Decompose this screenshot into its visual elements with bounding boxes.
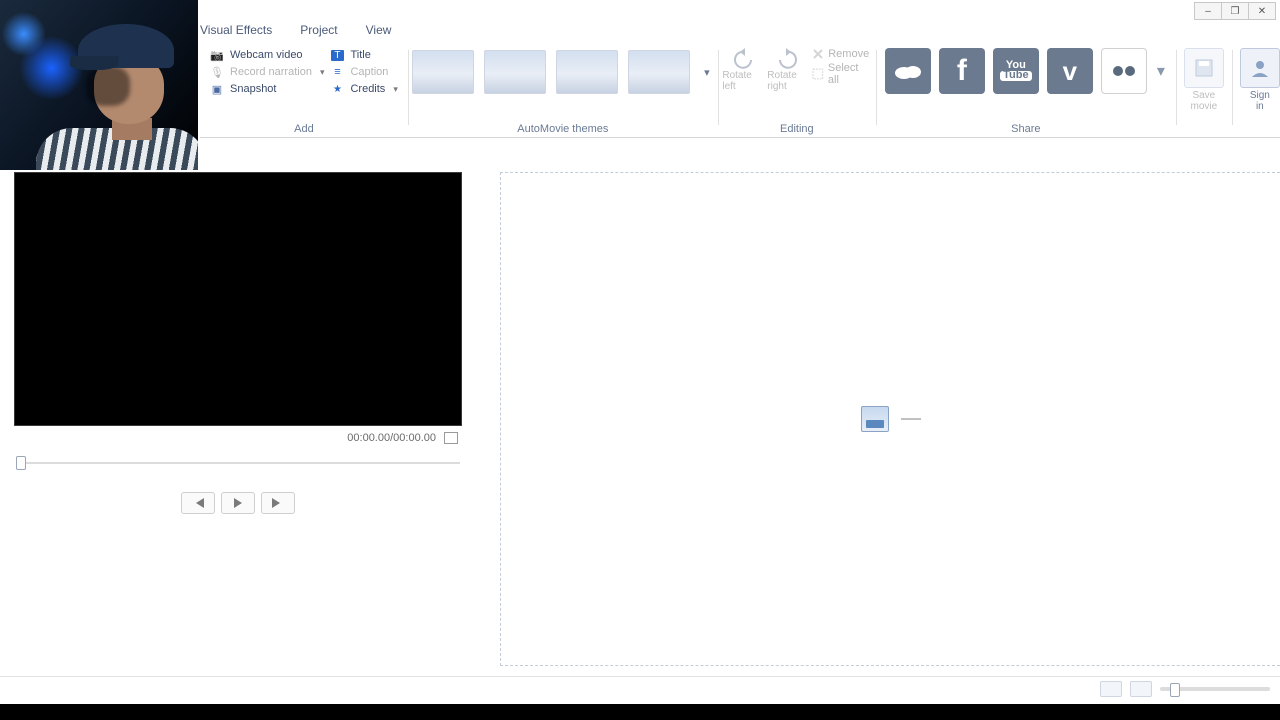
themes-gallery-expand[interactable]: ▾ — [700, 50, 714, 94]
rotate-right-button[interactable]: Rotate right — [767, 48, 808, 92]
theme-thumbnail[interactable] — [412, 50, 474, 94]
caption-button[interactable]: Caption — [330, 65, 397, 79]
group-title-themes: AutoMovie themes — [408, 123, 718, 135]
video-letterbox — [0, 704, 1280, 720]
skip-back-icon — [192, 498, 204, 508]
save-movie-label-2: movie — [1191, 101, 1218, 112]
vimeo-icon: v — [1063, 56, 1077, 87]
share-youtube-button[interactable]: You Tube — [993, 48, 1039, 94]
play-icon — [233, 498, 243, 508]
rotate-left-button[interactable]: Rotate left — [722, 48, 763, 92]
select-all-icon — [812, 68, 824, 80]
window-maximize-button[interactable]: ❐ — [1221, 2, 1249, 20]
remove-button[interactable]: Remove — [812, 48, 869, 60]
credits-button[interactable]: Credits ▾ — [330, 82, 397, 96]
window-minimize-button[interactable]: – — [1194, 2, 1222, 20]
seek-bar[interactable] — [16, 456, 460, 470]
seek-track — [16, 462, 460, 464]
ribbon-group-share: f You Tube v ▾ Share — [876, 46, 1176, 137]
credits-icon — [330, 82, 344, 96]
ribbon-group-add: Webcam video Record narration ▾ Snapshot… — [200, 46, 408, 137]
group-title-add: Add — [200, 123, 408, 135]
theme-thumbnail[interactable] — [556, 50, 618, 94]
sign-in-label-1: Sign — [1250, 90, 1270, 101]
preview-timecode: 00:00.00/00:00.00 — [347, 432, 436, 444]
select-all-label: Select all — [828, 62, 871, 86]
rotate-right-label: Rotate right — [767, 70, 808, 92]
skip-forward-icon — [272, 498, 284, 508]
title-icon — [330, 48, 344, 62]
ribbon-group-themes: ▾ AutoMovie themes — [408, 46, 718, 137]
status-view-thumb-button[interactable] — [1100, 681, 1122, 697]
storyboard-area[interactable] — [500, 172, 1280, 666]
share-more-button[interactable]: ▾ — [1155, 48, 1167, 94]
next-frame-button[interactable] — [261, 492, 295, 514]
preview-canvas — [14, 172, 462, 426]
share-flickr-button[interactable] — [1101, 48, 1147, 94]
title-label: Title — [350, 49, 370, 61]
seek-handle[interactable] — [16, 456, 26, 470]
share-vimeo-button[interactable]: v — [1047, 48, 1093, 94]
share-onedrive-button[interactable] — [885, 48, 931, 94]
group-title-share: Share — [876, 123, 1176, 135]
storyboard-placeholder — [861, 406, 921, 432]
remove-label: Remove — [828, 48, 869, 60]
chevron-down-icon: ▾ — [391, 84, 398, 95]
close-icon — [812, 48, 824, 60]
record-narration-button[interactable]: Record narration ▾ — [210, 65, 324, 79]
group-title-editing: Editing — [718, 123, 876, 135]
snapshot-button[interactable]: Snapshot — [210, 82, 324, 96]
select-all-button[interactable]: Select all — [812, 62, 871, 86]
save-movie-label-1: Save — [1192, 90, 1215, 101]
sign-in-label-2: in — [1256, 101, 1264, 112]
snapshot-label: Snapshot — [230, 83, 276, 95]
sign-in-button[interactable]: Sign in — [1237, 48, 1280, 112]
preview-panel: 00:00.00/00:00.00 — [14, 172, 462, 514]
rotate-left-icon — [731, 48, 755, 70]
tab-view[interactable]: View — [366, 23, 392, 45]
microphone-icon — [210, 65, 224, 79]
chevron-down-icon: ▾ — [318, 67, 325, 78]
camera-icon — [210, 48, 224, 62]
share-facebook-button[interactable]: f — [939, 48, 985, 94]
tab-visual-effects[interactable]: Visual Effects — [200, 23, 272, 45]
webcam-video-button[interactable]: Webcam video — [210, 48, 324, 62]
play-button[interactable] — [221, 492, 255, 514]
tab-project[interactable]: Project — [300, 23, 337, 45]
save-movie-button[interactable]: Save movie — [1181, 48, 1227, 112]
user-icon — [1249, 57, 1271, 79]
status-view-list-button[interactable] — [1130, 681, 1152, 697]
ribbon-group-signin: Sign in — [1232, 46, 1280, 137]
theme-thumbnail[interactable] — [484, 50, 546, 94]
placeholder-dash — [901, 418, 921, 420]
snapshot-icon — [210, 82, 224, 96]
rotate-right-icon — [776, 48, 800, 70]
record-narration-label: Record narration — [230, 66, 312, 78]
media-placeholder-icon — [861, 406, 889, 432]
caption-icon — [330, 65, 344, 79]
theme-thumbnail[interactable] — [628, 50, 690, 94]
prev-frame-button[interactable] — [181, 492, 215, 514]
credits-label: Credits — [350, 83, 385, 95]
zoom-slider[interactable] — [1160, 687, 1270, 691]
title-button[interactable]: Title — [330, 48, 397, 62]
status-bar — [0, 676, 1280, 700]
fullscreen-toggle[interactable] — [444, 432, 458, 444]
ribbon-group-save: Save movie — [1176, 46, 1232, 137]
flickr-icon — [1109, 63, 1139, 79]
save-icon — [1193, 57, 1215, 79]
ribbon-group-editing: Rotate left Rotate right Remove Select a… — [718, 46, 876, 137]
caption-label: Caption — [350, 66, 388, 78]
facebook-icon: f — [957, 54, 967, 88]
rotate-left-label: Rotate left — [722, 70, 763, 92]
onedrive-icon — [893, 62, 923, 80]
ribbon-tabs: Visual Effects Project View — [200, 23, 391, 45]
webcam-video-label: Webcam video — [230, 49, 303, 61]
window-close-button[interactable]: ✕ — [1248, 2, 1276, 20]
webcam-overlay — [0, 0, 198, 170]
ribbon: Webcam video Record narration ▾ Snapshot… — [200, 46, 1280, 138]
